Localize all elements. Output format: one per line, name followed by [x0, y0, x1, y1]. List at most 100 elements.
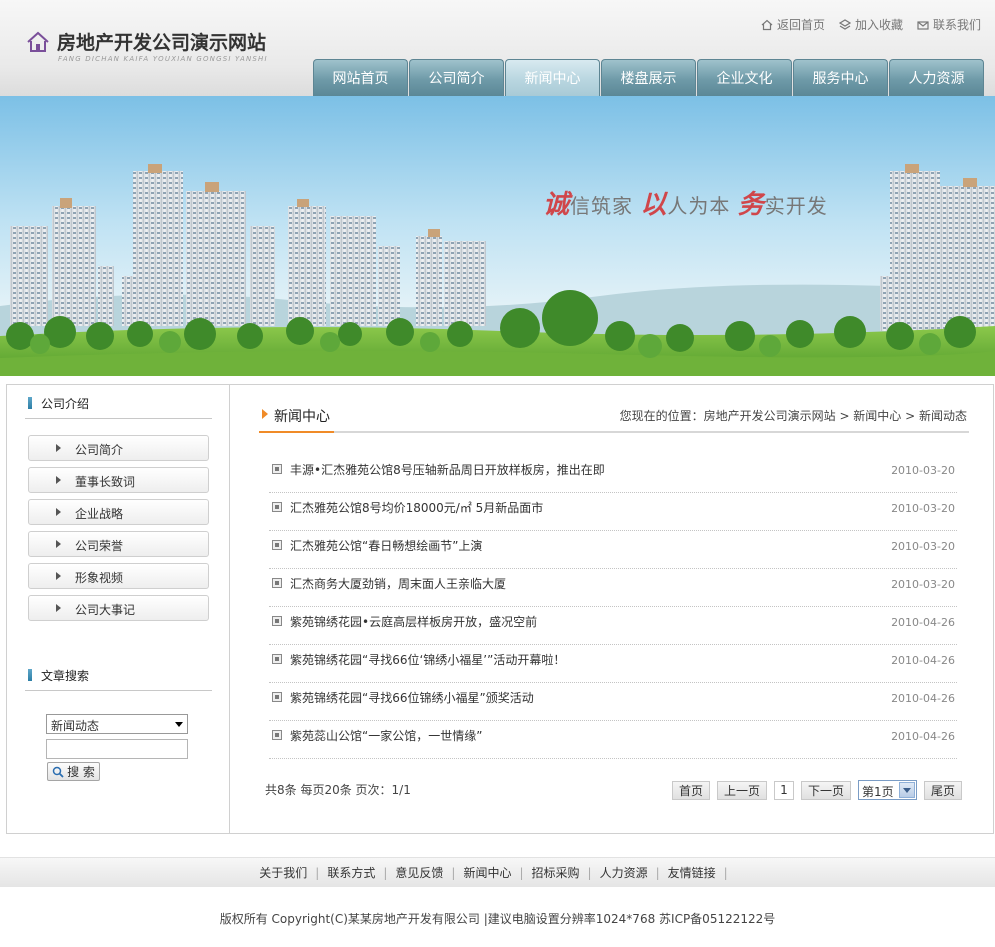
- breadcrumb: 您现在的位置：房地产开发公司演示网站 > 新闻中心 > 新闻动态: [619, 409, 967, 423]
- document-icon: [272, 540, 282, 550]
- nav-tab-properties[interactable]: 楼盘展示: [601, 59, 696, 96]
- news-title[interactable]: 紫苑锦绣花园•云庭高层样板房开放，盛况空前: [290, 613, 537, 630]
- sidebar-item-chairman-speech[interactable]: 董事长致词: [28, 467, 209, 493]
- news-date: 2010-04-26: [891, 692, 955, 705]
- slogan-part-2: 人为本: [667, 194, 738, 218]
- title-bar-icon: [28, 397, 32, 409]
- document-icon: [272, 692, 282, 702]
- sidebar-item-honors[interactable]: 公司荣誉: [28, 531, 209, 557]
- sidebar-item-milestones[interactable]: 公司大事记: [28, 595, 209, 621]
- prev-page-button[interactable]: 上一页: [716, 780, 767, 800]
- news-title[interactable]: 紫苑锦绣花园“寻找66位锦绣小福星”颁奖活动: [290, 689, 534, 706]
- news-item[interactable]: 汇杰雅苑公馆“春日畅想绘画节”上演 2010-03-20: [269, 531, 957, 569]
- footer-link-friends[interactable]: 友情链接: [668, 864, 716, 881]
- footer-link-hr[interactable]: 人力资源: [600, 864, 648, 881]
- news-list: 丰源•汇杰雅苑公馆8号压轴新品周日开放样板房，推出在即 2010-03-20 汇杰…: [269, 455, 957, 759]
- news-title[interactable]: 紫苑蕊山公馆“一家公馆，一世情缘”: [290, 727, 482, 744]
- footer-link-feedback[interactable]: 意见反馈: [395, 864, 443, 881]
- slogan-part-3: 实开发: [764, 194, 828, 218]
- about-title-text: 公司介绍: [41, 397, 90, 411]
- footer-separator: |: [383, 865, 388, 880]
- news-title[interactable]: 汇杰雅苑公馆8号均价18000元/㎡ 5月新品面市: [290, 499, 543, 516]
- slogan-char-2: 以: [640, 190, 668, 220]
- nav-tab-culture[interactable]: 企业文化: [697, 59, 792, 96]
- current-page-number: 1: [773, 780, 794, 800]
- news-item[interactable]: 紫苑锦绣花园“寻找66位锦绣小福星”颁奖活动 2010-04-26: [269, 683, 957, 721]
- search-input[interactable]: [46, 739, 188, 759]
- news-title[interactable]: 汇杰雅苑公馆“春日畅想绘画节”上演: [290, 537, 482, 554]
- search-button-label: 搜 索: [67, 765, 95, 779]
- about-section-title: 公司介绍: [25, 389, 212, 419]
- first-page-button[interactable]: 首页: [671, 780, 710, 800]
- search-category-value: 新闻动态: [51, 719, 100, 733]
- news-title[interactable]: 丰源•汇杰雅苑公馆8号压轴新品周日开放样板房，推出在即: [290, 461, 605, 478]
- search-icon: [52, 766, 64, 778]
- arrow-right-icon: [56, 572, 61, 580]
- news-item[interactable]: 紫苑锦绣花园•云庭高层样板房开放，盛况空前 2010-04-26: [269, 607, 957, 645]
- footer-separator: |: [723, 865, 728, 880]
- contact-link-label: 联系我们: [932, 18, 981, 32]
- house-icon: [27, 31, 49, 52]
- banner-image: [0, 96, 995, 376]
- home-link[interactable]: 返回首页: [761, 16, 825, 33]
- arrow-right-icon: [56, 444, 61, 452]
- contact-icon: [917, 20, 929, 30]
- search-button[interactable]: 搜 索: [47, 762, 100, 781]
- content-header: 新闻中心 您现在的位置：房地产开发公司演示网站 > 新闻中心 > 新闻动态: [259, 403, 969, 433]
- slogan-char-3: 务: [737, 190, 765, 220]
- footer-separator: |: [655, 865, 660, 880]
- contact-link[interactable]: 联系我们: [917, 16, 981, 33]
- news-item[interactable]: 汇杰雅苑公馆8号均价18000元/㎡ 5月新品面市 2010-03-20: [269, 493, 957, 531]
- sidebar-item-strategy[interactable]: 企业战略: [28, 499, 209, 525]
- site-title: 房地产开发公司演示网站: [57, 32, 267, 54]
- site-subtitle: FANG DICHAN KAIFA YOUXIAN GONGSI YANSHI: [58, 55, 268, 63]
- home-link-label: 返回首页: [776, 18, 825, 32]
- news-date: 2010-03-20: [891, 502, 955, 515]
- bookmark-link[interactable]: 加入收藏: [838, 16, 903, 33]
- news-item[interactable]: 丰源•汇杰雅苑公馆8号压轴新品周日开放样板房，推出在即 2010-03-20: [269, 455, 957, 493]
- document-icon: [272, 730, 282, 740]
- next-page-button[interactable]: 下一页: [800, 780, 851, 800]
- news-title[interactable]: 紫苑锦绣花园“寻找66位‘锦绣小福星’”活动开幕啦！: [290, 651, 565, 668]
- news-date: 2010-04-26: [891, 730, 955, 743]
- sidebar-item-video[interactable]: 形象视频: [28, 563, 209, 589]
- search-title-text: 文章搜索: [41, 669, 90, 683]
- sidebar-item-label: 企业战略: [75, 507, 124, 521]
- nav-tab-hr[interactable]: 人力资源: [889, 59, 984, 96]
- news-date: 2010-03-20: [891, 464, 955, 477]
- footer-link-about[interactable]: 关于我们: [259, 864, 307, 881]
- nav-tab-news[interactable]: 新闻中心: [505, 59, 600, 96]
- top-links: 返回首页 加入收藏 联系我们: [761, 16, 981, 33]
- title-bar-icon: [28, 669, 32, 681]
- nav-tab-about[interactable]: 公司简介: [409, 59, 504, 96]
- document-icon: [272, 502, 282, 512]
- page-title: 新闻中心: [274, 409, 330, 425]
- news-title[interactable]: 汇杰商务大厦劲销，周末面人王亲临大厦: [290, 575, 506, 592]
- nav-tab-home[interactable]: 网站首页: [313, 59, 408, 96]
- sidebar-item-label: 公司简介: [75, 443, 124, 457]
- search-category-select[interactable]: 新闻动态: [46, 714, 188, 734]
- news-date: 2010-03-20: [891, 578, 955, 591]
- footer-link-contact[interactable]: 联系方式: [327, 864, 375, 881]
- footer-link-bidding[interactable]: 招标采购: [532, 864, 580, 881]
- banner-slogan: 诚信筑家 以人为本 务实开发: [543, 184, 828, 221]
- news-item[interactable]: 紫苑蕊山公馆“一家公馆，一世情缘” 2010-04-26: [269, 721, 957, 759]
- nav-tab-service[interactable]: 服务中心: [793, 59, 888, 96]
- news-item[interactable]: 汇杰商务大厦劲销，周末面人王亲临大厦 2010-03-20: [269, 569, 957, 607]
- last-page-button[interactable]: 尾页: [923, 780, 962, 800]
- page-select[interactable]: 第1页: [857, 780, 917, 800]
- footer-separator: |: [587, 865, 592, 880]
- document-icon: [272, 654, 282, 664]
- footer-link-news[interactable]: 新闻中心: [463, 864, 511, 881]
- pagination-info: 共8条 每页20条 页次：1/1: [265, 783, 411, 797]
- news-item[interactable]: 紫苑锦绣花园“寻找66位‘锦绣小福星’”活动开幕啦！ 2010-04-26: [269, 645, 957, 683]
- document-icon: [272, 616, 282, 626]
- document-icon: [272, 578, 282, 588]
- news-date: 2010-04-26: [891, 616, 955, 629]
- sidebar-item-company-profile[interactable]: 公司简介: [28, 435, 209, 461]
- document-icon: [272, 464, 282, 474]
- buildings-right: [880, 164, 995, 331]
- search-section-title: 文章搜索: [25, 661, 212, 691]
- footer-separator: |: [451, 865, 456, 880]
- bookmark-link-label: 加入收藏: [854, 18, 903, 32]
